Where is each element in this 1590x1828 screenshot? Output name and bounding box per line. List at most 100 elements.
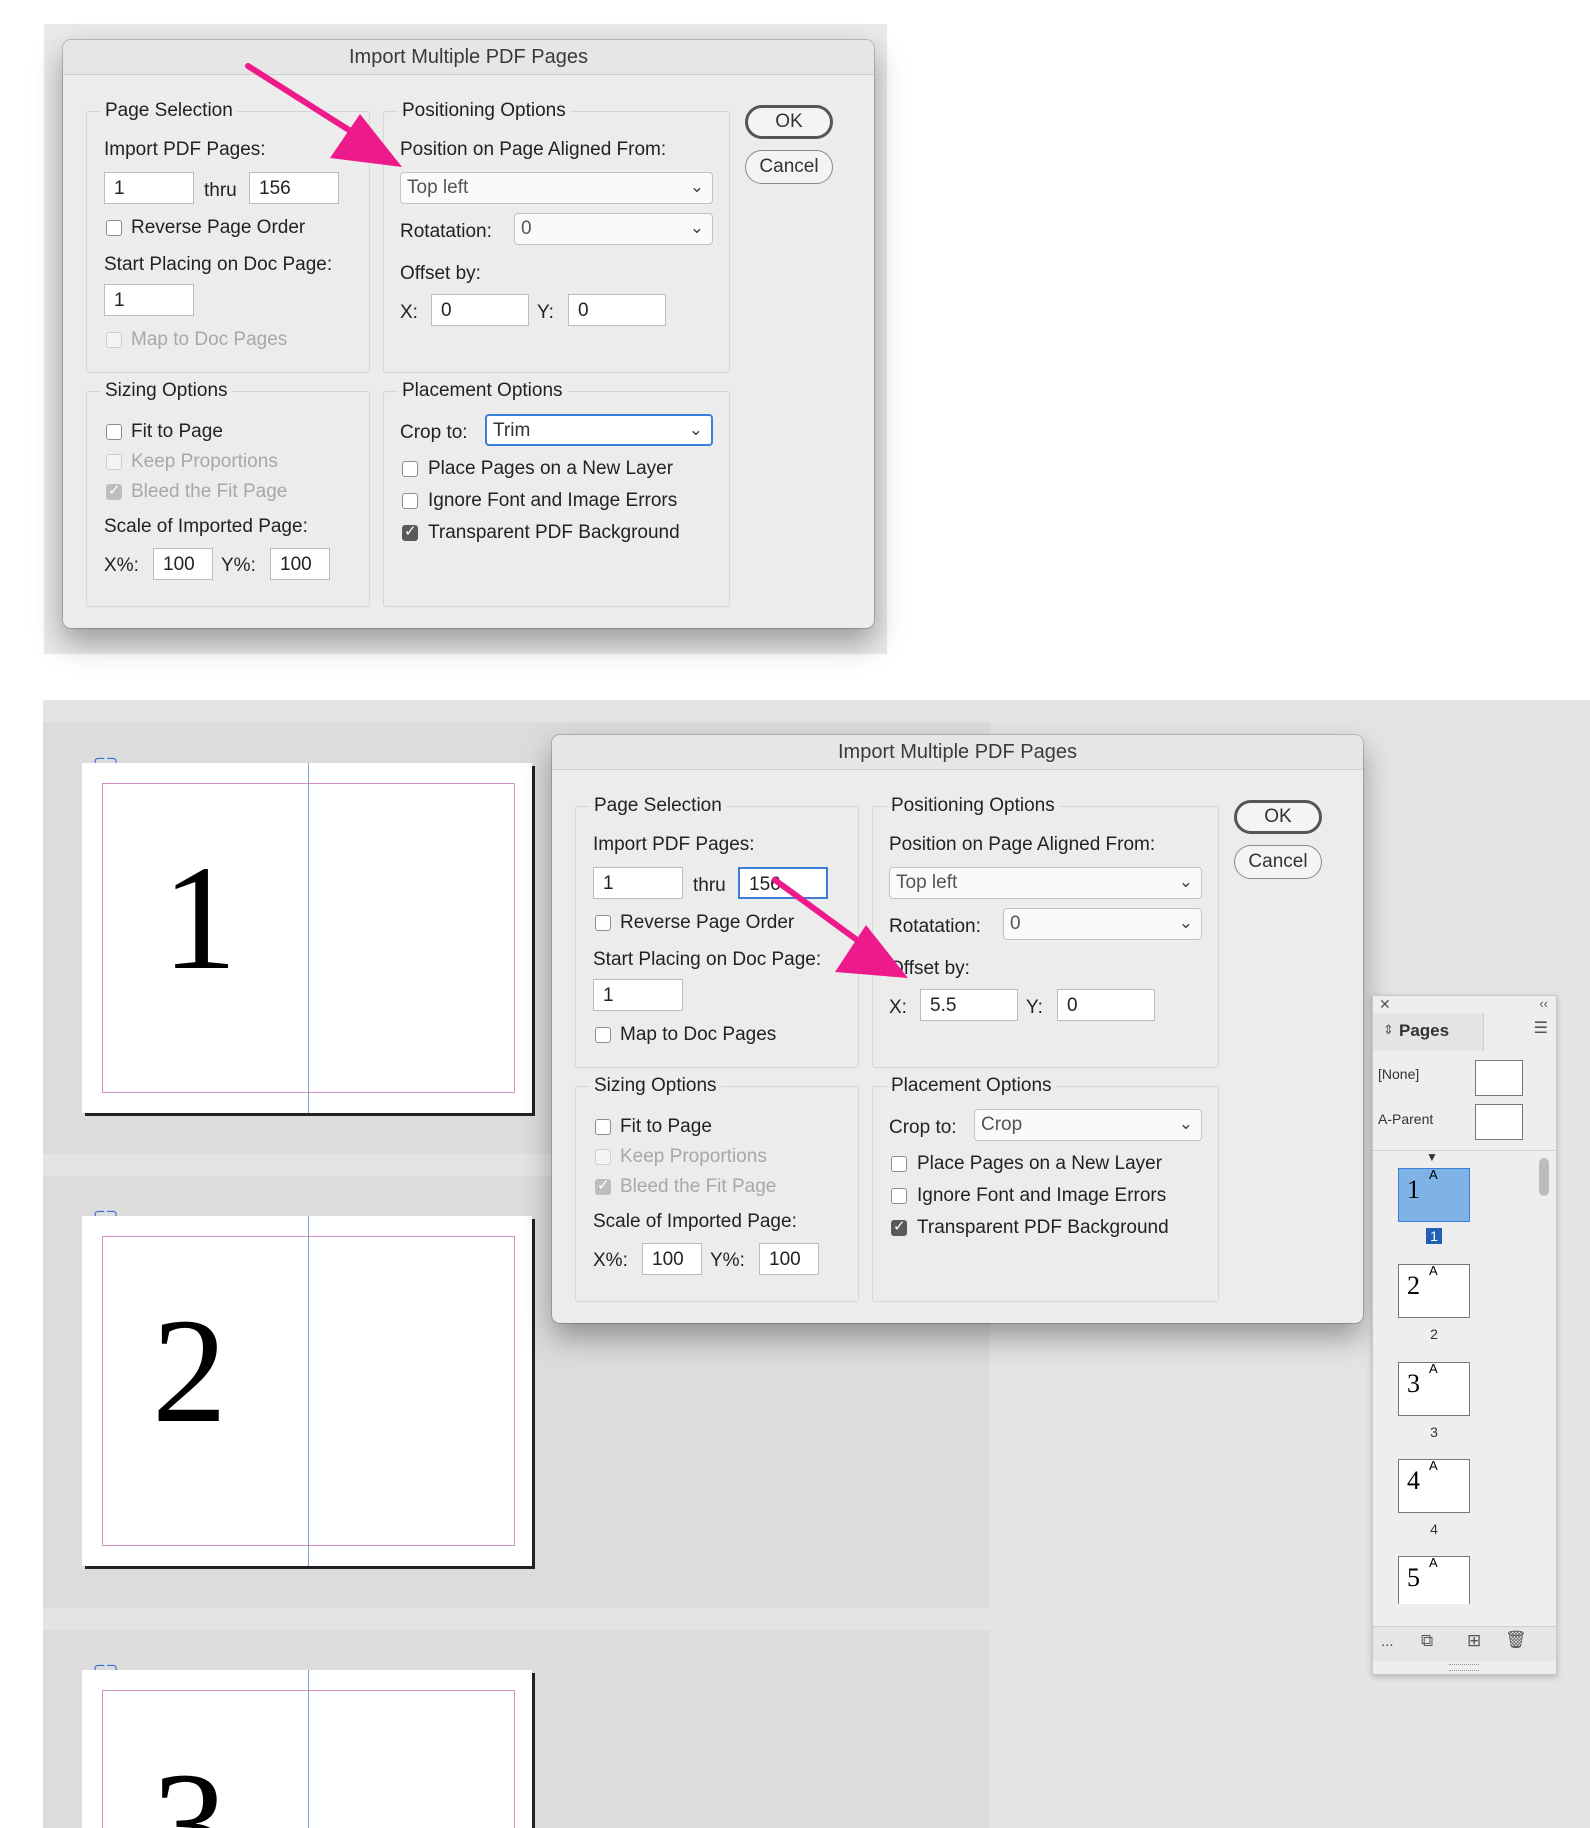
offset-x-input[interactable]: 0: [431, 294, 529, 326]
map-doc-pages-label: Map to Doc Pages: [620, 1024, 777, 1045]
bleed-fit-page-checkbox[interactable]: [595, 1176, 611, 1195]
page-thumb-2[interactable]: 2 A: [1398, 1263, 1470, 1318]
import-dialog-top: Import Multiple PDF Pages Page Selection…: [63, 40, 874, 628]
column-guide: [308, 763, 309, 1113]
select-value: 0: [521, 218, 532, 239]
chevron-down-icon: ⌄: [689, 218, 704, 237]
thumb-parent-letter: A: [1429, 1361, 1438, 1376]
offset-y-input[interactable]: 0: [1057, 989, 1155, 1021]
reverse-order-label: Reverse Page Order: [131, 217, 306, 238]
page-thumb-4[interactable]: 4 A: [1398, 1458, 1470, 1513]
cancel-button[interactable]: Cancel: [1234, 845, 1322, 879]
thumb-parent-letter: A: [1429, 1458, 1438, 1473]
fit-to-page-checkbox[interactable]: [106, 424, 122, 440]
document-page-3: 3: [82, 1670, 532, 1828]
pages-panel: ✕ ‹‹ ⇕ Pages ☰ [None] A-Parent ▼ 1 A 1 2…: [1372, 995, 1557, 1675]
group-title: Placement Options: [398, 380, 567, 402]
transparent-bg-checkbox[interactable]: [402, 522, 418, 541]
ignore-errors-checkbox[interactable]: [891, 1188, 907, 1204]
transparent-bg-checkbox[interactable]: [891, 1217, 907, 1236]
offset-y-input[interactable]: 0: [568, 294, 666, 326]
chevron-down-icon: ⌄: [1178, 872, 1193, 891]
reverse-order-label: Reverse Page Order: [620, 912, 795, 933]
bleed-fit-page-checkbox[interactable]: [106, 481, 122, 500]
map-doc-pages-checkbox[interactable]: [595, 1027, 611, 1043]
scrollbar-thumb[interactable]: [1539, 1158, 1549, 1196]
panel-tab[interactable]: ⇕ Pages: [1373, 1013, 1484, 1051]
scale-x-input[interactable]: 100: [642, 1243, 702, 1275]
import-pdf-pages-label: Import PDF Pages:: [104, 139, 266, 160]
offset-x-input[interactable]: 5.5: [920, 989, 1018, 1021]
rotation-label: Rotatation:: [889, 916, 981, 937]
transparent-bg-label: Transparent PDF Background: [917, 1217, 1169, 1238]
scale-label: Scale of Imported Page:: [593, 1211, 797, 1232]
offset-x-label: X:: [889, 997, 907, 1018]
group-title: Page Selection: [590, 795, 726, 817]
rotation-select[interactable]: 0 ⌄: [514, 213, 713, 245]
chevron-down-icon: ⌄: [689, 177, 704, 196]
from-page-input[interactable]: 1: [593, 867, 683, 899]
scale-y-label: Y%:: [221, 555, 256, 576]
group-title: Sizing Options: [590, 1075, 721, 1097]
collapse-icon[interactable]: ‹‹: [1539, 996, 1548, 1011]
a-parent-thumb[interactable]: [1475, 1104, 1523, 1140]
select-value: Top left: [896, 872, 958, 893]
map-doc-pages-checkbox[interactable]: [106, 332, 122, 348]
chevron-down-icon: ⌄: [1178, 913, 1193, 932]
none-parent-thumb[interactable]: [1475, 1060, 1523, 1096]
close-icon[interactable]: ✕: [1379, 996, 1391, 1013]
start-page-input[interactable]: 1: [593, 979, 683, 1011]
fit-to-page-checkbox[interactable]: [595, 1119, 611, 1135]
page-thumb-5[interactable]: 5 A: [1398, 1555, 1470, 1604]
scale-y-input[interactable]: 100: [270, 548, 330, 580]
scale-x-input[interactable]: 100: [153, 548, 213, 580]
rotation-select[interactable]: 0 ⌄: [1003, 908, 1202, 940]
a-parent-label: A-Parent: [1378, 1111, 1434, 1127]
none-parent-label: [None]: [1378, 1066, 1420, 1082]
aligned-from-select[interactable]: Top left ⌄: [889, 867, 1202, 899]
page-number-text: 2: [152, 1288, 227, 1454]
ignore-errors-label: Ignore Font and Image Errors: [917, 1185, 1167, 1206]
crop-to-select[interactable]: Crop ⌄: [974, 1109, 1202, 1141]
to-page-input[interactable]: 156: [249, 172, 339, 204]
panel-menu-icon[interactable]: ☰: [1534, 1018, 1548, 1038]
ok-button[interactable]: OK: [745, 105, 833, 139]
insertion-marker: ▼: [1426, 1150, 1438, 1164]
keep-proportions-checkbox[interactable]: [595, 1149, 611, 1165]
to-page-input[interactable]: 156: [738, 867, 828, 899]
ok-button[interactable]: OK: [1234, 800, 1322, 834]
reverse-order-checkbox[interactable]: [106, 220, 122, 236]
group-title: Positioning Options: [887, 795, 1059, 817]
aligned-from-label: Position on Page Aligned From:: [400, 139, 667, 160]
trash-icon[interactable]: 🗑: [1505, 1630, 1527, 1650]
cancel-button[interactable]: Cancel: [745, 150, 833, 184]
ignore-errors-label: Ignore Font and Image Errors: [428, 490, 678, 511]
new-layer-checkbox[interactable]: [402, 461, 418, 477]
thumb-number: 5: [1407, 1563, 1420, 1592]
aligned-from-select[interactable]: Top left ⌄: [400, 172, 713, 204]
crop-to-select[interactable]: Trim ⌄: [485, 414, 713, 446]
thru-label: thru: [693, 875, 726, 896]
offset-y-label: Y:: [537, 302, 554, 323]
scale-y-input[interactable]: 100: [759, 1243, 819, 1275]
bleed-fit-page-label: Bleed the Fit Page: [131, 481, 288, 502]
reverse-order-checkbox[interactable]: [595, 915, 611, 931]
new-layer-label: Place Pages on a New Layer: [428, 458, 674, 479]
group-title: Positioning Options: [398, 100, 570, 122]
new-layer-label: Place Pages on a New Layer: [917, 1153, 1163, 1174]
resize-grip[interactable]: [1449, 1664, 1479, 1671]
new-page-icon[interactable]: ⊞: [1467, 1631, 1481, 1651]
group-title: Page Selection: [101, 100, 237, 122]
scale-x-label: X%:: [593, 1250, 628, 1271]
edit-page-size-icon[interactable]: ⧉: [1421, 1631, 1433, 1651]
more-label[interactable]: ...: [1381, 1633, 1394, 1650]
ignore-errors-checkbox[interactable]: [402, 493, 418, 509]
thumb-number: 1: [1407, 1175, 1420, 1204]
keep-proportions-checkbox[interactable]: [106, 454, 122, 470]
new-layer-checkbox[interactable]: [891, 1156, 907, 1172]
from-page-input[interactable]: 1: [104, 172, 194, 204]
page-thumb-1[interactable]: 1 A: [1398, 1167, 1470, 1222]
page-thumb-3[interactable]: 3 A: [1398, 1361, 1470, 1416]
start-page-input[interactable]: 1: [104, 284, 194, 316]
thru-label: thru: [204, 180, 237, 201]
